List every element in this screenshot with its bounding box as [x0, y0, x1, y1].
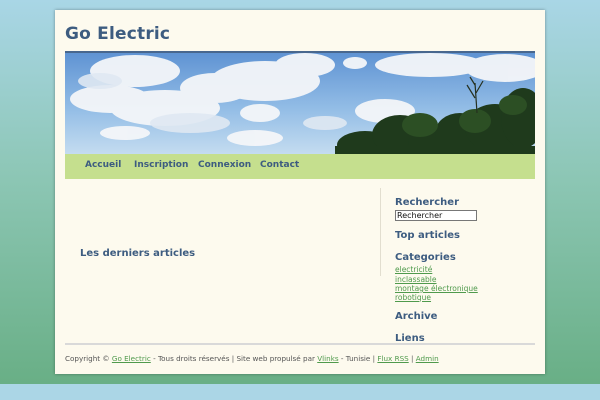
nav-link-accueil[interactable]: Accueil [85, 160, 121, 170]
footer-admin-link[interactable]: Admin [416, 354, 439, 363]
footer-separator: | [411, 354, 414, 363]
categories-heading: Categories [395, 252, 456, 263]
column-divider [380, 188, 381, 276]
footer-copyright: Copyright © [65, 354, 110, 363]
main-navigation: Accueil Inscription Connexion Contact [65, 154, 535, 179]
category-link-inclassable[interactable]: inclassable [395, 275, 437, 284]
category-link-montage-electronique[interactable]: montage électronique [395, 284, 478, 293]
footer-rights: - Tous droits réservés | Site web propul… [153, 354, 315, 363]
nav-link-connexion[interactable]: Connexion [198, 160, 251, 170]
background-band [0, 384, 600, 400]
top-articles-heading: Top articles [395, 230, 460, 241]
footer-text: Copyright © Go Electric - Tous droits ré… [65, 354, 439, 363]
footer-country: - Tunisie | [340, 354, 376, 363]
search-input[interactable] [395, 210, 477, 221]
sky-trees-illustration [65, 53, 535, 154]
site-title[interactable]: Go Electric [65, 24, 170, 44]
nav-link-contact[interactable]: Contact [260, 160, 299, 170]
category-link-robotique[interactable]: robotique [395, 293, 431, 302]
footer-site-link[interactable]: Go Electric [112, 354, 151, 363]
header-banner-image [65, 53, 535, 154]
footer-engine-link[interactable]: Vlinks [317, 354, 338, 363]
page-container: Go Electric Accueil Inscription Connexio… [55, 10, 545, 374]
footer-rss-link[interactable]: Flux RSS [377, 354, 408, 363]
footer-divider [65, 343, 535, 345]
archive-heading: Archive [395, 311, 438, 322]
search-heading: Rechercher [395, 197, 460, 208]
latest-articles-heading: Les derniers articles [80, 248, 196, 259]
category-link-electricite[interactable]: electricité [395, 265, 432, 274]
nav-link-inscription[interactable]: Inscription [134, 160, 188, 170]
